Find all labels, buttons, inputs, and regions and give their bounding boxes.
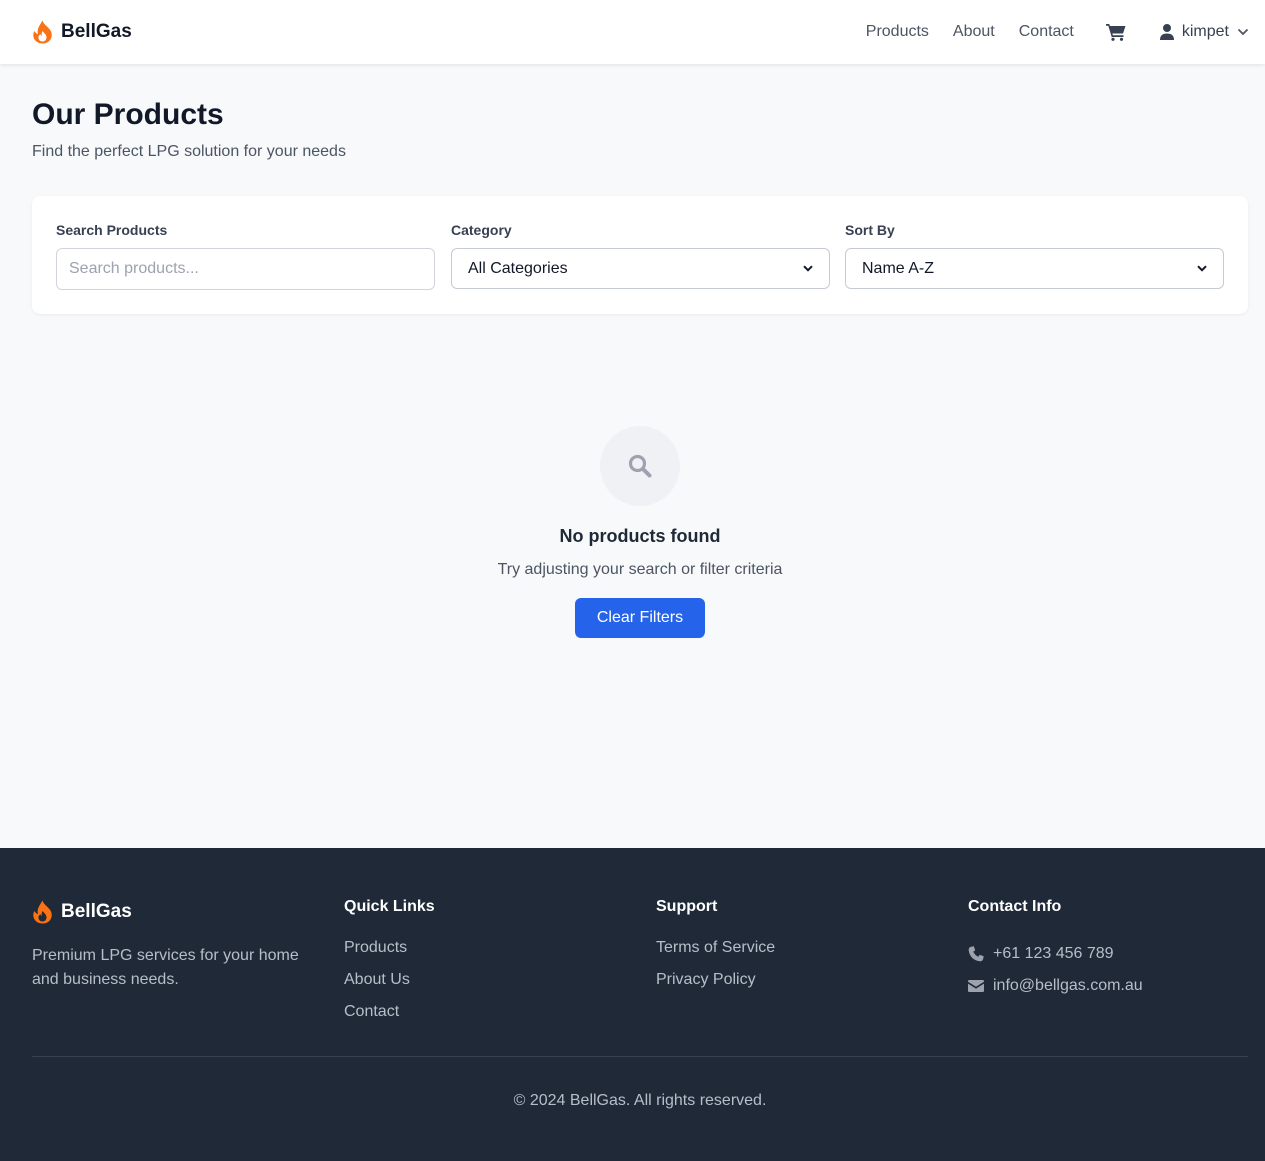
footer-link-privacy[interactable]: Privacy Policy xyxy=(656,970,775,1002)
category-select[interactable]: All Categories xyxy=(451,248,830,289)
cart-icon[interactable] xyxy=(1105,23,1126,41)
contact-phone-text: +61 123 456 789 xyxy=(993,945,1114,962)
phone-icon xyxy=(968,946,984,962)
footer-contact-info: Contact Info +61 123 456 789 info@bellga… xyxy=(968,898,1143,1002)
footer-link-contact[interactable]: Contact xyxy=(344,1002,435,1034)
footer-link-products[interactable]: Products xyxy=(344,938,435,970)
sort-selected: Name A-Z xyxy=(862,259,935,277)
chevron-down-icon xyxy=(803,265,813,272)
sort-field: Sort By Name A-Z xyxy=(845,222,1224,289)
brand-name: BellGas xyxy=(61,21,132,42)
top-navbar: BellGas Products About Contact kimpet xyxy=(0,0,1265,64)
category-selected: All Categories xyxy=(468,259,568,277)
copyright: © 2024 BellGas. All rights reserved. xyxy=(513,1092,767,1109)
contact-heading: Contact Info xyxy=(968,898,1062,915)
search-input[interactable] xyxy=(56,248,435,290)
username: kimpet xyxy=(1181,23,1229,40)
search-label: Search Products xyxy=(56,222,168,238)
category-field: Category All Categories xyxy=(451,222,830,289)
footer-link-terms[interactable]: Terms of Service xyxy=(656,938,775,970)
chevron-down-icon xyxy=(1197,265,1207,272)
footer-support: Support Terms of Service Privacy Policy xyxy=(656,898,775,1002)
page-subtitle: Find the perfect LPG solution for your n… xyxy=(32,143,346,160)
contact-email[interactable]: info@bellgas.com.au xyxy=(968,970,1143,1002)
flame-icon xyxy=(33,900,52,924)
footer-brand[interactable]: BellGas xyxy=(32,900,132,924)
empty-state-icon-circle xyxy=(600,426,680,506)
filter-panel: Search Products Category All Categories … xyxy=(32,196,1248,314)
main-nav: Products About Contact kimpet xyxy=(866,0,1249,64)
footer-divider xyxy=(32,1056,1248,1057)
contact-email-text: info@bellgas.com.au xyxy=(993,977,1143,994)
chevron-down-icon xyxy=(1237,28,1249,36)
nav-link-contact[interactable]: Contact xyxy=(1019,23,1074,41)
empty-state-title: No products found xyxy=(559,526,721,546)
contact-phone[interactable]: +61 123 456 789 xyxy=(968,938,1143,970)
footer-link-about-us[interactable]: About Us xyxy=(344,970,435,1002)
sort-select[interactable]: Name A-Z xyxy=(845,248,1224,289)
flame-icon xyxy=(33,20,52,44)
clear-filters-button[interactable]: Clear Filters xyxy=(575,598,705,638)
nav-link-about[interactable]: About xyxy=(953,23,995,41)
user-icon xyxy=(1159,24,1174,40)
category-label: Category xyxy=(451,222,512,238)
brand-logo[interactable]: BellGas xyxy=(32,20,132,44)
search-icon xyxy=(628,454,652,478)
footer-description: Premium LPG services for your home and b… xyxy=(32,947,299,988)
nav-link-products[interactable]: Products xyxy=(866,23,929,41)
empty-state-text: Try adjusting your search or filter crit… xyxy=(497,561,783,578)
quick-links-heading: Quick Links xyxy=(344,898,435,915)
user-menu[interactable]: kimpet xyxy=(1159,23,1249,41)
footer-quick-links: Quick Links Products About Us Contact xyxy=(344,898,435,1034)
page-title: Our Products xyxy=(32,98,224,131)
envelope-icon xyxy=(968,980,984,992)
footer: BellGas Premium LPG services for your ho… xyxy=(0,848,1265,1161)
search-field: Search Products xyxy=(56,222,435,290)
support-heading: Support xyxy=(656,898,718,915)
footer-brand-name: BellGas xyxy=(61,901,132,922)
sort-label: Sort By xyxy=(845,222,895,238)
